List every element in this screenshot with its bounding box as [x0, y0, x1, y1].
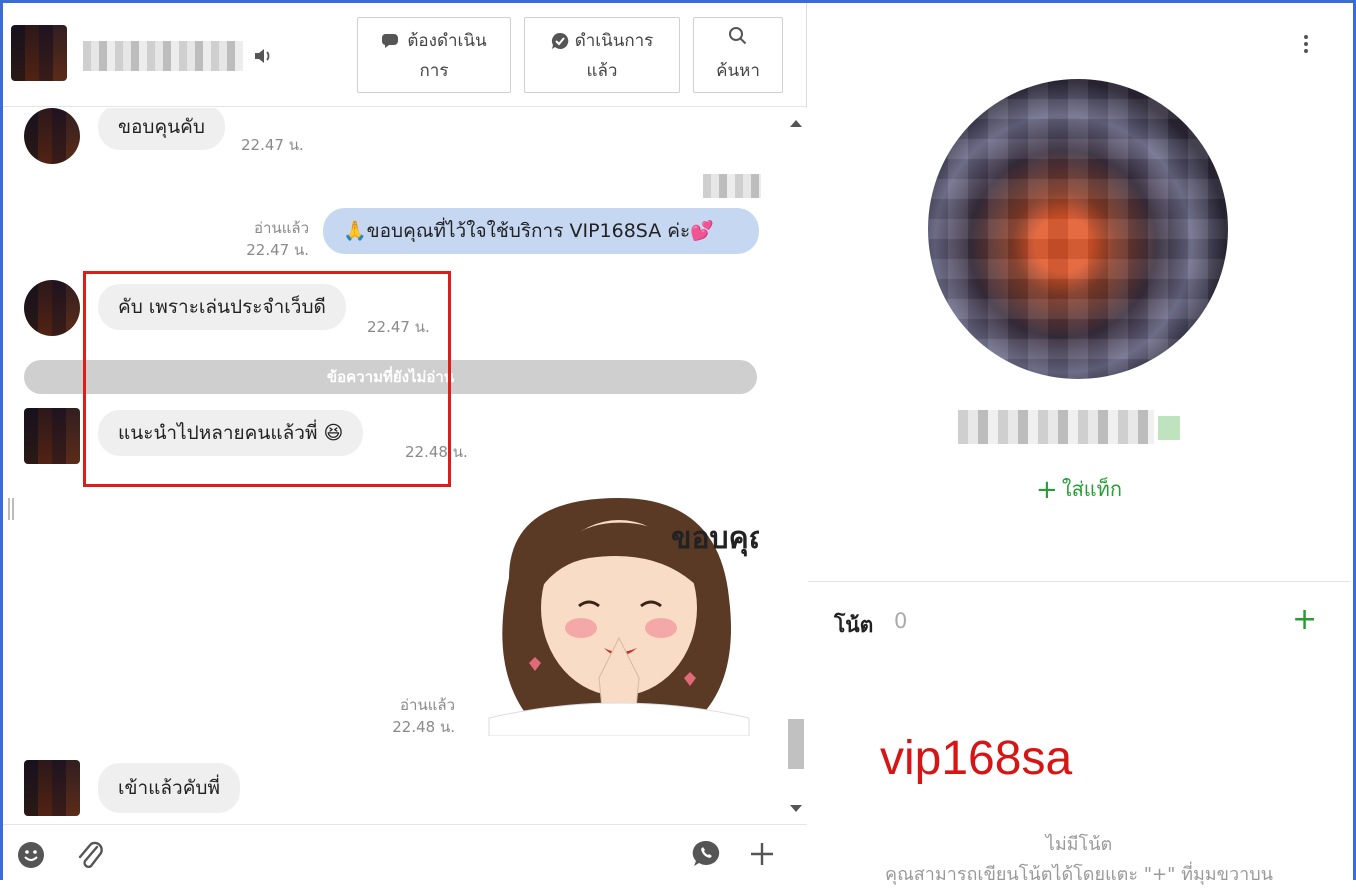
message-bubble-outgoing: 🙏ขอบคุณที่ไว้ใจใช้บริการ VIP168SA ค่ะ💕: [323, 208, 759, 254]
read-status: อ่านแล้ว: [254, 219, 309, 237]
watermark-text: vip168sa: [880, 732, 1073, 785]
paperclip-icon[interactable]: [75, 839, 105, 871]
sender-avatar[interactable]: [24, 108, 80, 164]
sender-name: [703, 174, 761, 198]
message-scrollbar[interactable]: [785, 108, 807, 824]
profile-panel: + ใส่แท็ก โน้ต 0 + vip168sa ไม่มีโน้ต คุณ…: [808, 3, 1350, 885]
read-status: อ่านแล้ว: [400, 696, 455, 714]
sender-avatar[interactable]: [24, 760, 80, 816]
message-bubble: เข้าแล้วคับพี่: [98, 763, 241, 813]
search-icon: [729, 27, 747, 45]
sticker-text: ขอบคุณค่ะ: [671, 521, 759, 557]
done-button[interactable]: ดำเนินการ แล้ว: [524, 17, 680, 93]
resize-handle[interactable]: [8, 498, 14, 520]
add-tag-label: ใส่แท็ก: [1061, 477, 1122, 501]
todo-label-2: การ: [419, 61, 449, 81]
message-time: 22.47 น.: [246, 241, 309, 259]
search-label: ค้นหา: [716, 61, 760, 81]
scroll-thumb[interactable]: [788, 719, 804, 769]
chat-panel: ต้องดำเนิน การ ดำเนินการ แล้ว ค้นหา ขอบค…: [3, 3, 807, 880]
todo-button[interactable]: ต้องดำเนิน การ: [357, 17, 511, 93]
chat-avatar[interactable]: [11, 25, 67, 81]
message-time: 22.47 น.: [241, 136, 304, 154]
plus-icon[interactable]: [749, 841, 775, 867]
add-note-button[interactable]: +: [1292, 603, 1317, 637]
kebab-menu-icon[interactable]: [1303, 35, 1309, 57]
profile-badge: [1158, 416, 1180, 440]
emoji-icon[interactable]: [17, 841, 45, 869]
sticker-image[interactable]: ขอบคุณค่ะ: [469, 488, 759, 736]
add-tag-button[interactable]: + ใส่แท็ก: [808, 473, 1350, 505]
composer-toolbar: [3, 824, 807, 880]
divider: [808, 581, 1350, 582]
note-count: 0: [894, 609, 908, 633]
message-time: 22.48 น.: [392, 718, 455, 736]
done-label-1: ดำเนินการ: [574, 31, 654, 51]
plus-icon: +: [1036, 475, 1058, 505]
todo-label-1: ต้องดำเนิน: [407, 31, 487, 51]
message-bubble: ขอบคุนคับ: [98, 108, 225, 150]
chat-bubble-icon: [382, 34, 399, 48]
search-button[interactable]: ค้นหา: [693, 17, 783, 93]
no-note-hint: คุณสามารถเขียนโน้ตได้โดยแตะ "+" ที่มุมขว…: [885, 864, 1273, 885]
chat-contact-name: [83, 41, 243, 71]
chat-header: ต้องดำเนิน การ ดำเนินการ แล้ว ค้นหา: [3, 3, 807, 107]
no-note-label: ไม่มีโน้ต: [1045, 834, 1113, 855]
note-title: โน้ต: [834, 613, 874, 637]
check-bubble-icon: [551, 32, 568, 49]
scroll-down-icon[interactable]: [790, 805, 802, 812]
done-label-2: แล้ว: [586, 61, 618, 81]
highlight-box: [83, 271, 451, 487]
sender-avatar[interactable]: [24, 408, 80, 464]
profile-avatar[interactable]: [928, 79, 1228, 379]
speaker-icon[interactable]: [253, 47, 273, 65]
line-call-icon[interactable]: [691, 839, 721, 869]
scroll-up-icon[interactable]: [790, 120, 802, 127]
message-list: ขอบคุนคับ 22.47 น. อ่านแล้ว 22.47 น. 🙏ขอ…: [3, 108, 785, 824]
profile-name: [958, 410, 1154, 444]
sender-avatar[interactable]: [24, 280, 80, 336]
